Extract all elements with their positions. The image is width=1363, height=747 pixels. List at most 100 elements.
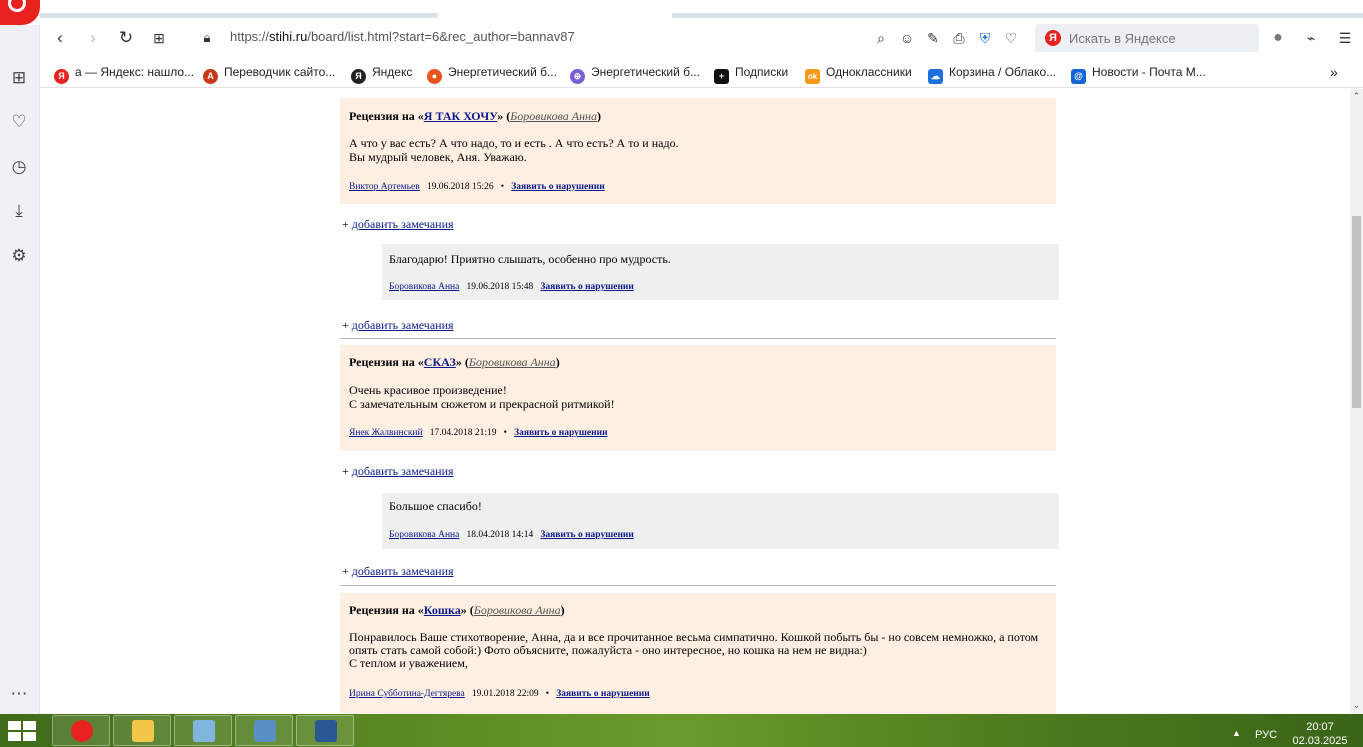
reviewer-link[interactable]: Ирина Субботина-Дегтярева bbox=[349, 689, 465, 699]
review-datetime: 19.01.2018 22:09 bbox=[471, 689, 539, 699]
word-icon bbox=[315, 720, 337, 742]
reviewer-link[interactable]: Янек Жалвинский bbox=[349, 428, 423, 438]
location-icon: ● bbox=[427, 69, 442, 84]
more-options-icon[interactable]: ⋯ bbox=[8, 683, 30, 705]
work-link[interactable]: Кошка bbox=[424, 603, 461, 617]
downloads-icon[interactable]: ⤓ bbox=[8, 200, 30, 222]
taskbar-opera-button[interactable] bbox=[52, 715, 110, 746]
profile-avatar-icon[interactable]: ● bbox=[1269, 29, 1287, 47]
back-icon[interactable]: ‹ bbox=[49, 26, 71, 50]
language-indicator[interactable]: РУС bbox=[1255, 729, 1277, 741]
camera-icon[interactable]: ⎙ bbox=[950, 29, 968, 47]
author-link[interactable]: Боровикова Анна bbox=[474, 603, 561, 617]
review-title: Рецензия на «СКАЗ» (Боровикова Анна) bbox=[349, 355, 560, 369]
bookmark-item[interactable]: ok Одноклассники bbox=[805, 63, 912, 84]
bookmark-item[interactable]: ⊕ Энергетический б... bbox=[570, 63, 700, 84]
add-note-link[interactable]: добавить замечания bbox=[352, 564, 454, 578]
yandex-search-input[interactable] bbox=[1069, 29, 1249, 47]
report-link[interactable]: Заявить о нарушении bbox=[511, 182, 605, 192]
scrollbar-thumb[interactable] bbox=[1352, 216, 1361, 408]
review-text-line: С замечательным сюжетом и прекрасной рит… bbox=[349, 397, 615, 411]
translator-icon: A bbox=[203, 69, 218, 84]
reply-datetime: 18.04.2018 14:14 bbox=[466, 530, 534, 540]
reply-author-link[interactable]: Боровикова Анна bbox=[389, 530, 459, 540]
work-link[interactable]: Я ТАК ХОЧУ bbox=[424, 109, 497, 123]
taskbar-notepad-button[interactable] bbox=[174, 715, 232, 746]
report-link[interactable]: Заявить о нарушении bbox=[514, 428, 608, 438]
bookmark-label: Энергетический б... bbox=[448, 65, 557, 79]
reviewer-link[interactable]: Виктор Артемьев bbox=[349, 182, 420, 192]
tab[interactable] bbox=[40, 13, 438, 18]
bookmark-item[interactable]: A Переводчик сайто... bbox=[203, 63, 335, 84]
reply-block: Благодарю! Приятно слышать, особенно про… bbox=[382, 244, 1059, 300]
author-link[interactable]: Боровикова Анна bbox=[469, 355, 556, 369]
speed-dial-icon[interactable]: ⊞ bbox=[8, 67, 30, 89]
review-block: Рецензия на «Кошка» (Боровикова Анна) По… bbox=[340, 593, 1056, 714]
vpn-shield-icon[interactable]: ⛨ bbox=[976, 29, 994, 47]
search-icon[interactable]: ⌕ bbox=[872, 29, 890, 47]
yandex-search-box[interactable]: Я bbox=[1035, 24, 1259, 52]
divider bbox=[340, 338, 1056, 339]
bookmark-item[interactable]: ● Энергетический б... bbox=[427, 63, 557, 84]
clock[interactable]: 20:07 02.03.2025 bbox=[1292, 720, 1348, 747]
taskbar-word-button[interactable] bbox=[296, 715, 354, 746]
report-link[interactable]: Заявить о нарушении bbox=[540, 282, 634, 292]
reload-icon[interactable]: ↻ bbox=[115, 26, 137, 50]
taskbar-explorer-button[interactable] bbox=[113, 715, 171, 746]
add-note: + добавить замечания bbox=[342, 464, 454, 478]
address-bar: ‹ › ↻ ⊞ 🔒︎ https://stihi.ru/board/list.h… bbox=[40, 20, 1363, 56]
author-link[interactable]: Боровикова Анна bbox=[510, 109, 597, 123]
page-scrollbar[interactable]: ⌃ ⌄ bbox=[1350, 89, 1363, 714]
bookmark-heart-icon[interactable]: ♡ bbox=[1002, 29, 1020, 47]
tray-expand-icon[interactable]: ▲ bbox=[1232, 728, 1241, 738]
add-note: + добавить замечания bbox=[342, 217, 454, 231]
url-field[interactable]: https://stihi.ru/board/list.html?start=6… bbox=[230, 29, 575, 44]
speed-dial-grid-icon[interactable]: ⊞ bbox=[148, 26, 170, 50]
scroll-up-icon[interactable]: ⌃ bbox=[1350, 91, 1363, 102]
bookmarks-heart-icon[interactable]: ♡ bbox=[8, 111, 30, 133]
reply-text: Благодарю! Приятно слышать, особенно про… bbox=[389, 252, 671, 266]
settings-gear-icon[interactable]: ⚙ bbox=[8, 245, 30, 267]
history-icon[interactable]: ◷ bbox=[8, 156, 30, 178]
notepad-icon bbox=[193, 720, 215, 742]
report-link[interactable]: Заявить о нарушении bbox=[540, 530, 634, 540]
tab[interactable] bbox=[672, 13, 1363, 18]
bookmark-item[interactable]: ☁ Корзина / Облако... bbox=[928, 63, 1056, 84]
reply-block: Большое спасибо! Боровикова Анна 18.04.2… bbox=[382, 493, 1059, 549]
opera-logo-icon bbox=[8, 0, 26, 12]
battery-saver-icon[interactable]: ⌁ bbox=[1302, 29, 1320, 47]
mail-icon: @ bbox=[1071, 69, 1086, 84]
report-link[interactable]: Заявить о нарушении bbox=[556, 689, 650, 699]
url-path: /board/list.html?start=6&rec_author=bann… bbox=[307, 29, 575, 44]
taskbar-photos-button[interactable] bbox=[235, 715, 293, 746]
bookmark-item[interactable]: Яа — Яндекс: нашло... bbox=[54, 63, 195, 84]
emoji-icon[interactable]: ☺ bbox=[898, 29, 916, 47]
tab-strip bbox=[40, 0, 1363, 20]
folder-icon bbox=[132, 720, 154, 742]
url-domain: stihi.ru bbox=[269, 29, 308, 44]
add-note-link[interactable]: добавить замечания bbox=[352, 318, 454, 332]
yandex-logo-icon: Я bbox=[1045, 30, 1061, 46]
bookmark-item[interactable]: Я Яндекс bbox=[351, 63, 412, 84]
scroll-down-icon[interactable]: ⌄ bbox=[1350, 700, 1363, 711]
edit-icon[interactable]: ✎ bbox=[924, 29, 942, 47]
bookmark-label: Новости - Почта М... bbox=[1092, 65, 1206, 79]
review-block: Рецензия на «Я ТАК ХОЧУ» (Боровикова Анн… bbox=[340, 98, 1056, 204]
work-link[interactable]: СКАЗ bbox=[424, 355, 456, 369]
review-title: Рецензия на «Я ТАК ХОЧУ» (Боровикова Анн… bbox=[349, 109, 601, 123]
forward-icon[interactable]: › bbox=[82, 26, 104, 50]
add-note-link[interactable]: добавить замечания bbox=[352, 464, 454, 478]
windows-taskbar: ▲ РУС 20:07 02.03.2025 bbox=[0, 714, 1363, 747]
windows-start-icon[interactable] bbox=[8, 721, 38, 741]
bookmarks-overflow-icon[interactable]: » bbox=[1330, 63, 1338, 81]
reply-author-link[interactable]: Боровикова Анна bbox=[389, 282, 459, 292]
opera-menu-button[interactable] bbox=[0, 0, 40, 25]
easy-setup-icon[interactable]: ☰ bbox=[1336, 29, 1354, 47]
bookmark-item[interactable]: @ Новости - Почта М... bbox=[1071, 63, 1206, 84]
review-datetime: 17.04.2018 21:19 bbox=[429, 428, 497, 438]
add-note-link[interactable]: добавить замечания bbox=[352, 217, 454, 231]
bookmark-label: а — Яндекс: нашло... bbox=[75, 65, 195, 79]
clock-date: 02.03.2025 bbox=[1292, 735, 1348, 747]
bookmark-item[interactable]: + Подписки bbox=[714, 63, 788, 84]
photo-viewer-icon bbox=[254, 720, 276, 742]
